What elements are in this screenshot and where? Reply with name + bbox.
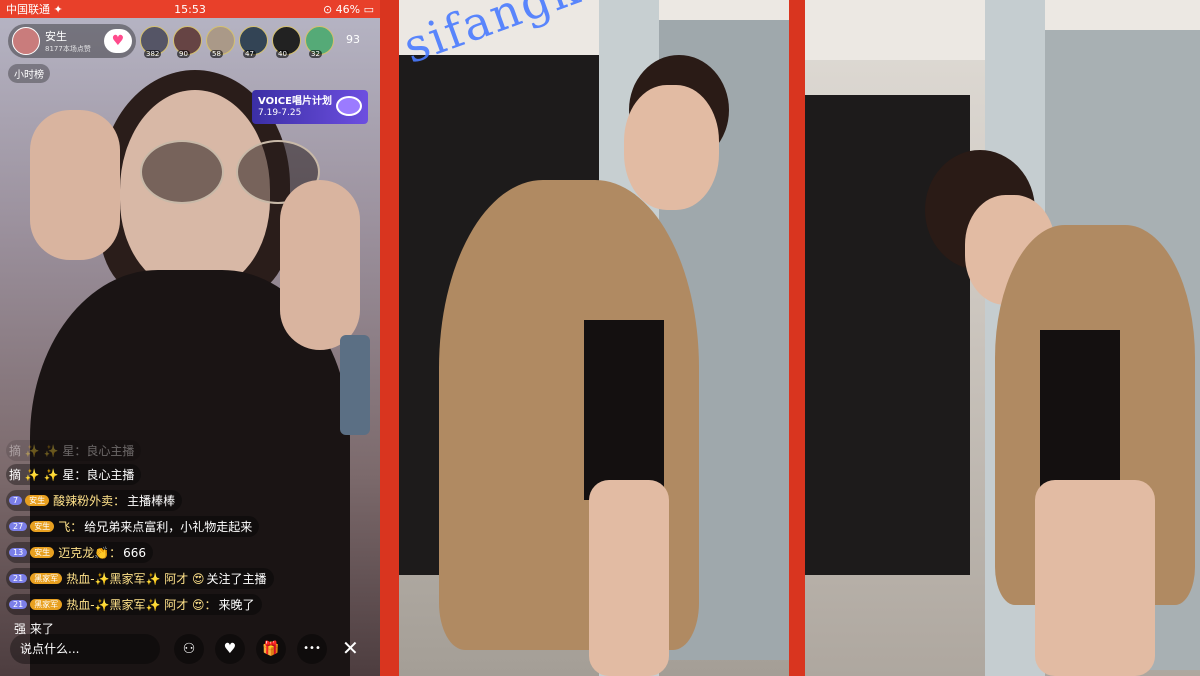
banner-title: VOICE唱片计划 — [258, 96, 332, 107]
viewer-level: 32 — [309, 50, 322, 58]
chat-message: 7 安生 酸辣粉外卖： 主播棒棒 — [6, 490, 183, 511]
viewer-count[interactable]: 93 — [346, 33, 360, 46]
fan-badge: 黑家军 — [30, 599, 63, 610]
carrier-label: 中国联通 ✦ — [6, 3, 63, 16]
viewer-avatar[interactable]: 382 — [140, 26, 169, 58]
chat-message: 摘 ✨ ✨ 星：良心主播 — [6, 464, 142, 485]
host-card[interactable]: 安生 8177本场点赞 ♥ — [8, 24, 136, 58]
viewer-avatars: 382 90 58 47 40 32 — [140, 26, 338, 58]
fan-badge: 安生 — [30, 547, 55, 558]
fan-badge: 黑家军 — [30, 573, 63, 584]
viewer-avatar[interactable]: 58 — [206, 26, 235, 58]
chat-message: 27 安生 飞： 给兄弟来点富利，小礼物走起来 — [6, 516, 260, 537]
door-handle — [340, 335, 370, 435]
heart-icon[interactable]: ♥ — [215, 634, 245, 664]
gift-icon[interactable]: 🎁 — [256, 634, 286, 664]
voice-banner[interactable]: VOICE唱片计划 7.19-7.25 — [252, 90, 368, 124]
viewer-avatar[interactable]: 47 — [239, 26, 268, 58]
link-icon[interactable]: ⚇ — [174, 634, 204, 664]
planet-icon — [336, 96, 362, 116]
viewer-level: 40 — [276, 50, 289, 58]
viewer-level: 90 — [177, 50, 190, 58]
user-level-badge: 7 — [9, 496, 23, 505]
chat-feed: 摘 ✨ ✨ 星：良心主播 摘 ✨ ✨ 星：良心主播 7 安生 酸辣粉外卖： 主播棒棒 … — [6, 440, 376, 642]
chat-message: 13 安生 迈克龙👏： 666 — [6, 542, 154, 563]
follow-heart-button[interactable]: ♥ — [104, 29, 132, 53]
chat-text: 666 — [123, 545, 147, 560]
user-level-badge: 21 — [9, 600, 28, 609]
user-level-badge: 13 — [9, 548, 28, 557]
chat-username[interactable]: 飞： — [58, 518, 82, 535]
fan-badge: 安生 — [25, 495, 50, 506]
user-level-badge: 27 — [9, 522, 28, 531]
more-icon[interactable]: ••• — [297, 634, 327, 664]
viewer-avatar[interactable]: 40 — [272, 26, 301, 58]
chat-message: 摘 ✨ ✨ 星：良心主播 — [6, 440, 142, 461]
banner-dates: 7.19-7.25 — [258, 108, 302, 118]
comment-input[interactable]: 说点什么... — [10, 634, 160, 664]
user-level-badge: 21 — [9, 574, 28, 583]
video-frame-right — [805, 0, 1200, 676]
viewer-level: 47 — [243, 50, 256, 58]
chat-username[interactable]: 热血-✨黑家军✨ 阿才 😍 — [66, 570, 204, 587]
chat-text: 给兄弟来点富利，小礼物走起来 — [84, 520, 253, 534]
viewer-avatar[interactable]: 90 — [173, 26, 202, 58]
viewer-level: 382 — [144, 50, 162, 58]
chat-username[interactable]: 迈克龙👏： — [58, 544, 121, 561]
hour-rank-button[interactable]: 小时榜 — [8, 64, 50, 83]
chat-text: 主播棒棒 — [127, 494, 176, 508]
fan-badge: 安生 — [30, 521, 55, 532]
chat-text: 关注了主播 — [206, 572, 267, 586]
clock: 15:53 — [174, 2, 206, 16]
avatar[interactable] — [12, 27, 40, 55]
battery-indicator: ⊙ 46% ▭ — [322, 2, 375, 16]
chat-username[interactable]: 热血-✨黑家军✨ 阿才 😍： — [66, 596, 216, 613]
chat-text: 来晚了 — [218, 598, 255, 612]
viewer-level: 58 — [210, 50, 223, 58]
chat-username[interactable]: 酸辣粉外卖： — [53, 492, 125, 509]
like-count: 8177本场点赞 — [45, 45, 91, 53]
viewer-avatar[interactable]: 32 — [305, 26, 334, 58]
chat-message: 21 黑家军 热血-✨黑家军✨ 阿才 😍 关注了主播 — [6, 568, 274, 589]
host-name: 安生 — [45, 30, 67, 43]
chat-message: 21 黑家军 热血-✨黑家军✨ 阿才 😍： 来晚了 — [6, 594, 262, 615]
video-frame-middle — [399, 0, 789, 676]
close-icon[interactable]: ✕ — [342, 636, 359, 660]
live-stream-panel: 中国联通 ✦ 15:53 ⊙ 46% ▭ 安生 8177本场点赞 ♥ 382 9… — [0, 0, 380, 676]
status-bar: 中国联通 ✦ 15:53 ⊙ 46% ▭ — [0, 0, 380, 18]
